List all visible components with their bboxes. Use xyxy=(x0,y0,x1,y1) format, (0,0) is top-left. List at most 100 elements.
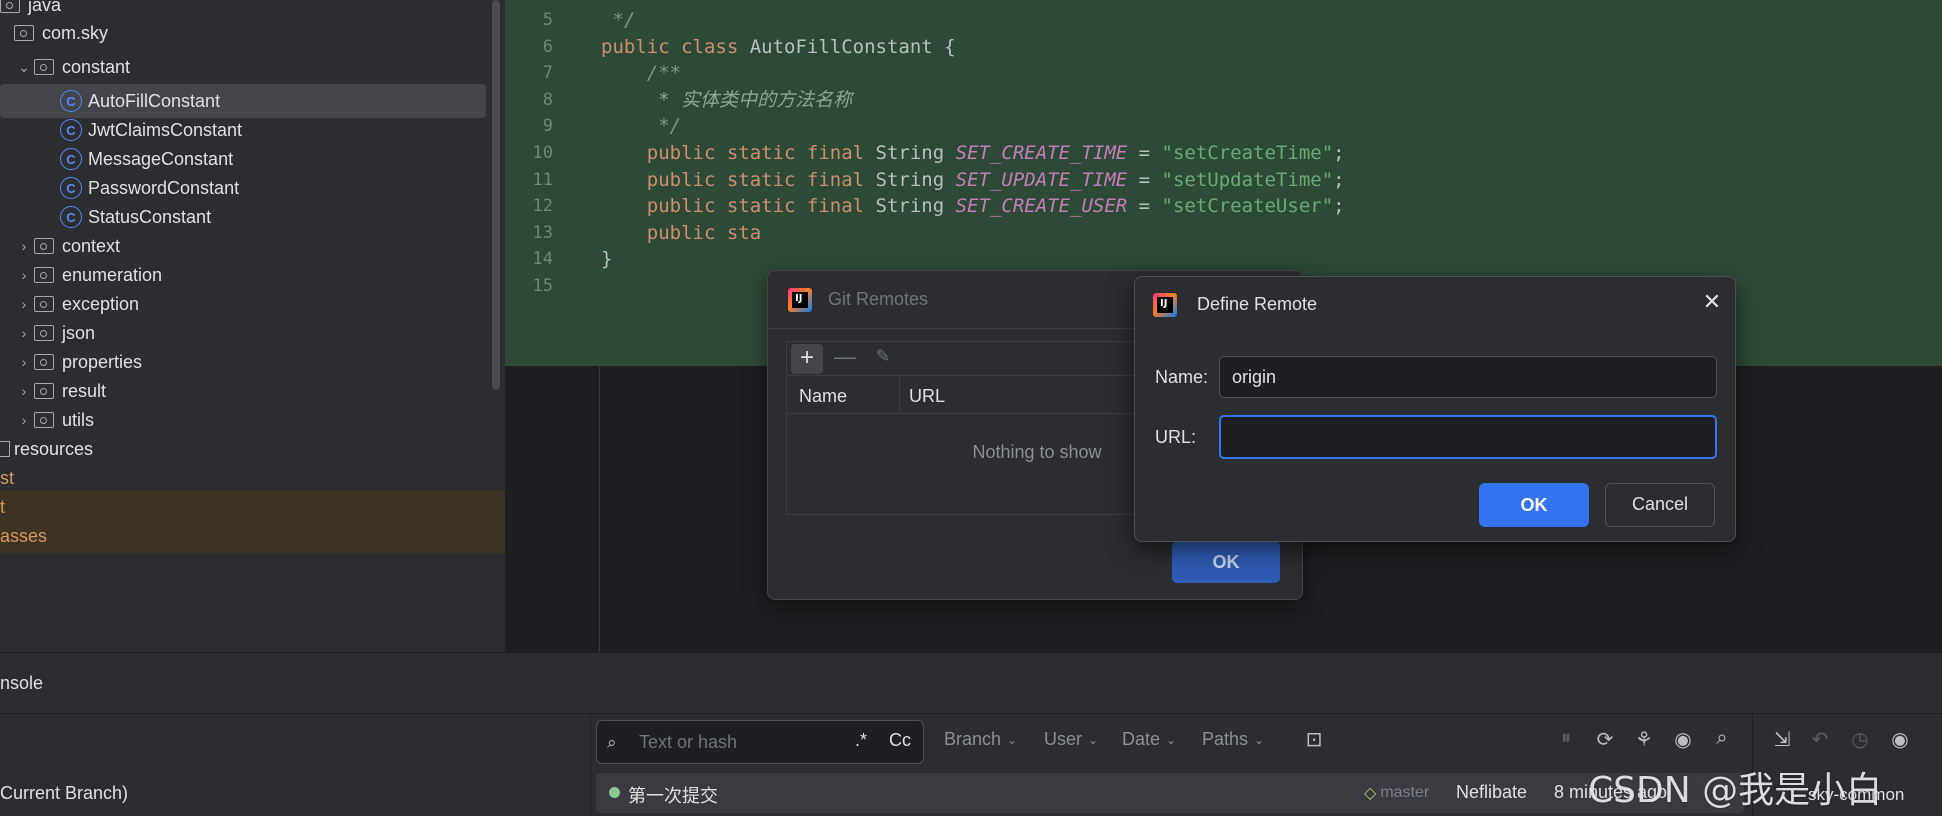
gutter-divider xyxy=(599,366,600,652)
code-token: = xyxy=(1127,168,1162,191)
chevron-right-icon[interactable]: › xyxy=(14,296,34,312)
commit-search-box[interactable]: ⌕ .* Cc xyxy=(596,720,924,764)
code-token: SET_CREATE_USER xyxy=(955,195,1128,218)
collapse-icon[interactable]: ⇲ xyxy=(1768,727,1796,752)
tree-item-label: java xyxy=(28,0,62,15)
close-icon[interactable]: ✕ xyxy=(1699,289,1725,315)
console-tab[interactable]: nsole xyxy=(0,673,43,694)
class-icon: C xyxy=(60,148,82,170)
url-label: URL: xyxy=(1155,427,1197,447)
filter-paths[interactable]: Paths ⌄ xyxy=(1202,729,1264,750)
package-folder-icon xyxy=(14,25,34,41)
new-tab-icon[interactable]: ⊡ xyxy=(1300,727,1328,752)
undo-icon[interactable]: ↶ xyxy=(1806,727,1834,752)
chevron-right-icon[interactable]: › xyxy=(14,383,34,399)
package-folder-icon xyxy=(34,296,54,312)
code-token: */ xyxy=(601,115,682,138)
filter-date-label: Date xyxy=(1122,729,1161,749)
filter-date[interactable]: Date ⌄ xyxy=(1122,729,1176,750)
code-token: /** xyxy=(601,62,682,85)
code-token: } xyxy=(601,248,613,271)
tree-item-label: st xyxy=(0,467,15,488)
remove-remote-button[interactable]: — xyxy=(831,344,859,370)
code-token: public class xyxy=(601,35,750,58)
code-token: ; xyxy=(1333,168,1345,191)
chevron-right-icon[interactable]: › xyxy=(14,354,34,370)
regex-toggle[interactable]: .* xyxy=(855,730,867,751)
filter-branch-label: Branch xyxy=(944,729,1002,749)
intellij-logo-icon: IJ xyxy=(788,288,812,312)
chevron-right-icon[interactable]: › xyxy=(14,267,34,283)
class-icon: C xyxy=(60,177,82,199)
tree-item-label: asses xyxy=(0,525,48,546)
code-token: public static final xyxy=(601,142,876,164)
search-icon: ⌕ xyxy=(607,733,617,752)
commit-row[interactable]: 第一次提交 ◇ master Neflibate 8 minutes ago xyxy=(596,773,1744,813)
package-folder-icon xyxy=(34,412,54,428)
refresh-icon[interactable]: ⟳ xyxy=(1591,727,1619,752)
column-header-url[interactable]: URL xyxy=(909,386,945,407)
remote-name-field[interactable] xyxy=(1219,356,1717,398)
class-icon: C xyxy=(60,206,82,228)
package-folder-icon xyxy=(34,383,54,399)
search-icon[interactable]: ⌕ xyxy=(1708,727,1736,750)
chevron-right-icon[interactable]: › xyxy=(14,325,34,341)
code-token: String xyxy=(875,168,956,191)
package-folder-icon xyxy=(34,59,54,75)
branch-tree-item[interactable]: Current Branch) xyxy=(0,783,128,804)
commit-message: 第一次提交 xyxy=(628,786,718,806)
tree-item[interactable]: ⌄ constant xyxy=(0,50,490,84)
chevron-down-icon[interactable]: ⌄ xyxy=(14,59,34,76)
project-tree: java com.sky ⌄ constant C AutoFillConstant C Jw… xyxy=(0,0,505,652)
code-token: AutoFillConstant { xyxy=(749,35,956,58)
tree-item[interactable]: asses xyxy=(0,519,505,553)
branch-tag-label: master xyxy=(1380,784,1430,801)
git-remotes-ok-button[interactable]: OK xyxy=(1172,541,1280,583)
tree-item-label: constant xyxy=(62,56,131,77)
column-separator xyxy=(899,376,900,414)
code-token: = xyxy=(1127,195,1162,218)
ok-button[interactable]: OK xyxy=(1479,483,1589,527)
class-icon: C xyxy=(60,119,82,141)
branch-tag: ◇ master xyxy=(1364,783,1429,803)
filter-user[interactable]: User ⌄ xyxy=(1044,729,1098,750)
code-token: * 实体类中的方法名称 xyxy=(601,88,853,111)
column-header-name[interactable]: Name xyxy=(799,386,847,407)
tree-item[interactable]: com.sky xyxy=(0,16,490,50)
code-token: ; xyxy=(1333,195,1345,218)
match-case-toggle[interactable]: Cc xyxy=(889,730,911,751)
edit-remote-button[interactable]: ✎ xyxy=(869,346,897,367)
cherry-pick-icon[interactable]: ⚘ xyxy=(1630,727,1658,752)
eye-icon[interactable]: ◉ xyxy=(1669,727,1697,752)
remote-url-field[interactable] xyxy=(1219,415,1717,459)
code-token: "setUpdateTime" xyxy=(1161,168,1334,191)
package-folder-icon xyxy=(34,238,54,254)
code-token: SET_UPDATE_TIME xyxy=(955,168,1128,191)
tree-item-label: PasswordConstant xyxy=(88,177,240,198)
code-token: */ xyxy=(601,9,636,31)
name-label: Name: xyxy=(1155,367,1209,387)
chevron-down-icon: ⌄ xyxy=(1088,732,1099,747)
define-remote-dialog: IJ Define Remote ✕ Name: URL: OK Cancel xyxy=(1134,276,1736,542)
tag-icon: ◇ xyxy=(1364,785,1377,802)
tree-item-label: JwtClaimsConstant xyxy=(88,119,243,140)
chevron-down-icon: ⌄ xyxy=(1007,732,1018,747)
commit-author: Neflibate xyxy=(1456,782,1528,802)
filter-paths-label: Paths xyxy=(1202,729,1249,749)
line-number: 15 xyxy=(532,276,553,296)
pause-icon[interactable]: ⏸ xyxy=(1552,727,1580,750)
cancel-button[interactable]: Cancel xyxy=(1605,483,1715,527)
preview-eye-icon[interactable]: ◉ xyxy=(1886,727,1914,752)
commit-search-input[interactable] xyxy=(639,729,839,755)
chevron-right-icon[interactable]: › xyxy=(14,412,34,428)
code-token: "setCreateTime" xyxy=(1161,142,1334,164)
add-remote-button[interactable]: + xyxy=(791,344,823,374)
chevron-right-icon[interactable]: › xyxy=(14,238,34,254)
history-icon[interactable]: ◷ xyxy=(1846,727,1874,752)
tree-item-label: AutoFillConstant xyxy=(88,90,221,111)
filter-branch[interactable]: Branch ⌄ xyxy=(944,729,1017,750)
tree-scrollbar[interactable] xyxy=(492,0,500,390)
tree-item-label: result xyxy=(62,380,107,401)
dialog-title: Git Remotes xyxy=(828,289,929,309)
code-token: ; xyxy=(1333,142,1345,164)
